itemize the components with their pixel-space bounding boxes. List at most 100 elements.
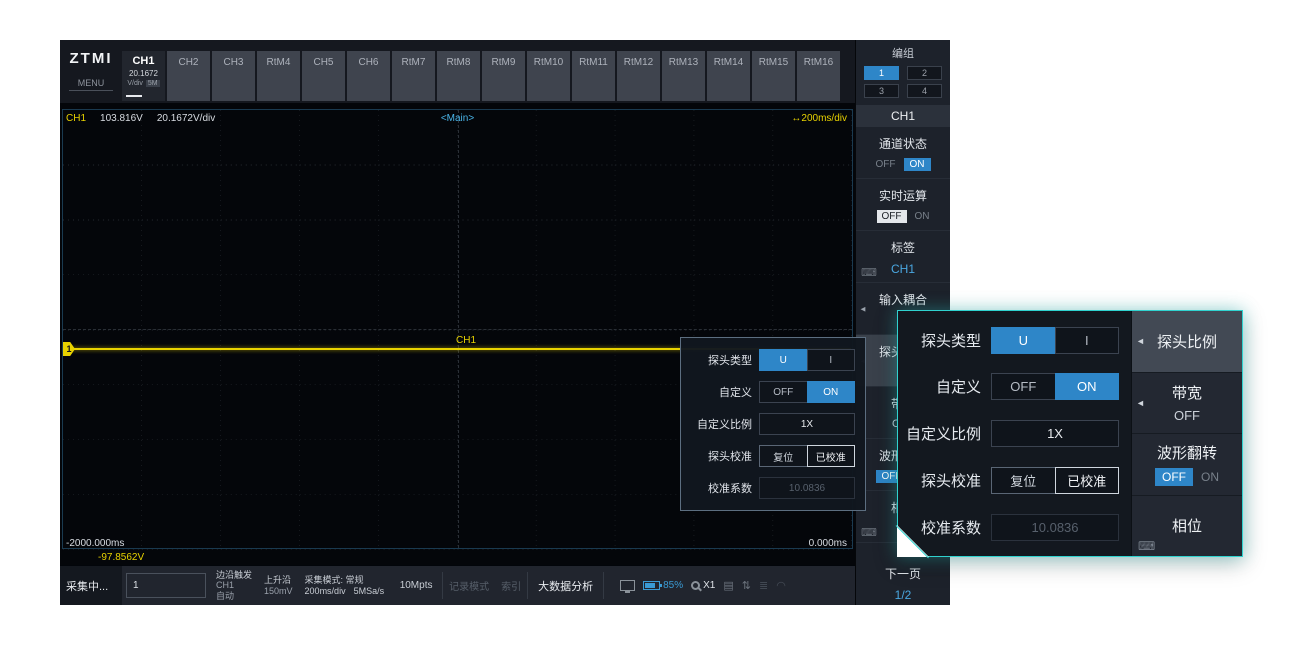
channel-tabs: CH1 20.1672 V/div 5M CH2 CH3 RtM4 CH5 CH… — [122, 40, 855, 103]
custom-off-button[interactable]: OFF — [991, 373, 1056, 400]
custom-on-button[interactable]: ON — [807, 381, 856, 403]
menu-item-channel-status[interactable]: 通道状态 OFF ON — [856, 127, 950, 179]
battery-indicator: 85% — [643, 580, 683, 591]
probe-type-i-button[interactable]: I — [1055, 327, 1120, 354]
menu-item-next-page[interactable]: 下一页 1/2 — [856, 557, 950, 605]
calibration-reset-button[interactable]: 复位 — [759, 445, 808, 467]
bandwidth-value: OFF — [1174, 408, 1200, 423]
menu-item-probe-ratio[interactable]: ◄ 探头比例 — [1132, 311, 1242, 373]
channel-status-on[interactable]: ON — [904, 158, 931, 171]
probe-type-row: 探头类型 U I — [906, 323, 1119, 357]
probe-type-u-button[interactable]: U — [991, 327, 1056, 354]
custom-ratio-value[interactable]: 1X — [991, 420, 1119, 447]
edge-info: 上升沿 150mV — [258, 566, 299, 605]
expand-left-icon: ◄ — [1136, 336, 1145, 346]
tab-rtm14[interactable]: RtM14 — [707, 51, 750, 101]
tab-rtm16[interactable]: RtM16 — [797, 51, 840, 101]
memory-depth: 10Mpts — [390, 566, 442, 605]
tab-ch3[interactable]: CH3 — [212, 51, 255, 101]
coefficient-row: 校准系数 10.0836 — [691, 475, 855, 501]
probe-type-i-button[interactable]: I — [807, 349, 856, 371]
tab-rtm8[interactable]: RtM8 — [437, 51, 480, 101]
timebase-arrows-icon: ↔ — [791, 113, 801, 124]
tab-rtm12[interactable]: RtM12 — [617, 51, 660, 101]
custom-on-button[interactable]: ON — [1055, 373, 1120, 400]
expand-left-icon: ◄ — [859, 304, 867, 313]
calibration-done-button[interactable]: 已校准 — [1055, 467, 1120, 494]
trigger-source: CH1 — [216, 580, 252, 591]
tab-ch5[interactable]: CH5 — [302, 51, 345, 101]
tab-ch1-indicator — [126, 95, 142, 97]
tab-rtm7[interactable]: RtM7 — [392, 51, 435, 101]
menu-item-invert[interactable]: 波形翻转 OFF ON — [1132, 434, 1242, 496]
oscilloscope-screen: ZTMI MENU CH1 20.1672 V/div 5M CH2 CH3 R… — [60, 40, 950, 605]
probe-settings-popup: 探头类型 U I 自定义 OFF ON 自定义比例 1X 探头校准 复位 已校准 — [680, 337, 866, 511]
calibration-row: 探头校准 复位 已校准 — [906, 463, 1119, 497]
tab-rtm11[interactable]: RtM11 — [572, 51, 615, 101]
panel-channel-header: CH1 — [856, 105, 950, 127]
tab-rtm4[interactable]: RtM4 — [257, 51, 300, 101]
tab-ch1-unit: V/div — [127, 80, 143, 87]
magnifier-icon — [691, 581, 700, 590]
custom-ratio-row: 自定义比例 1X — [691, 411, 855, 437]
group-header: 编组 — [864, 45, 942, 61]
invert-off[interactable]: OFF — [1155, 468, 1193, 486]
probe-type-u-button[interactable]: U — [759, 349, 808, 371]
trigger-level: 150mV — [264, 586, 293, 597]
record-mode-button[interactable]: 记录模式 — [443, 566, 495, 605]
group-button-3[interactable]: 3 — [864, 84, 899, 98]
trigger-type: 边沿触发 — [216, 570, 252, 581]
group-button-4[interactable]: 4 — [907, 84, 942, 98]
calibration-done-button[interactable]: 已校准 — [807, 445, 856, 467]
menu-item-realtime-math[interactable]: 实时运算 OFF ON — [856, 179, 950, 231]
custom-row: 自定义 OFF ON — [906, 370, 1119, 404]
readout-left-time: -2000.000ms — [66, 538, 124, 549]
tab-rtm13[interactable]: RtM13 — [662, 51, 705, 101]
channel-status-off[interactable]: OFF — [876, 159, 896, 170]
big-data-analysis-button[interactable]: 大数据分析 — [528, 566, 603, 605]
tab-ch2[interactable]: CH2 — [167, 51, 210, 101]
invert-on[interactable]: ON — [1201, 470, 1219, 484]
calibration-row: 探头校准 复位 已校准 — [691, 443, 855, 469]
coefficient-value: 10.0836 — [759, 477, 855, 499]
zoom-factor: X1 — [703, 580, 715, 591]
probe-type-row: 探头类型 U I — [691, 347, 855, 373]
realtime-math-on[interactable]: ON — [915, 211, 930, 222]
calibration-reset-button[interactable]: 复位 — [991, 467, 1056, 494]
brand-logo: ZTMI — [60, 50, 122, 67]
acquisition-status: 采集中... — [60, 566, 122, 605]
index-button[interactable]: 索引 — [495, 566, 527, 605]
group-button-2[interactable]: 2 — [907, 66, 942, 80]
tab-ch6[interactable]: CH6 — [347, 51, 390, 101]
center-horizontal-line — [63, 329, 852, 330]
menu-item-phase[interactable]: ⌨ 相位 — [1132, 496, 1242, 557]
trigger-mode: 自动 — [216, 591, 252, 602]
custom-row: 自定义 OFF ON — [691, 379, 855, 405]
display-icon — [620, 580, 635, 591]
menu-item-bandwidth[interactable]: ◄ 带宽 OFF — [1132, 373, 1242, 435]
tab-rtm9[interactable]: RtM9 — [482, 51, 525, 101]
status-bar: 采集中... 1 边沿触发 CH1 自动 上升沿 150mV 采集模式: 常规 … — [60, 565, 855, 605]
divider — [603, 572, 604, 599]
top-bar: ZTMI MENU CH1 20.1672 V/div 5M CH2 CH3 R… — [60, 40, 855, 103]
coefficient-value: 10.0836 — [991, 514, 1119, 541]
realtime-math-off[interactable]: OFF — [877, 210, 907, 223]
wifi-icon: ◠ — [776, 579, 786, 592]
callout-settings: 探头类型 U I 自定义 OFF ON 自定义比例 1X 探头校准 复位 已校准 — [898, 311, 1131, 556]
keyboard-icon: ⌨ — [861, 526, 877, 539]
page-indicator: 1/2 — [856, 588, 950, 602]
group-button-1[interactable]: 1 — [864, 66, 899, 80]
acquire-mode: 采集模式: 常规 — [305, 575, 385, 586]
magnified-probe-callout: 探头类型 U I 自定义 OFF ON 自定义比例 1X 探头校准 复位 已校准 — [897, 310, 1243, 557]
tab-rtm10[interactable]: RtM10 — [527, 51, 570, 101]
menu-button[interactable]: MENU — [69, 78, 113, 91]
keyboard-icon: ⌨ — [861, 266, 877, 279]
timebase-readout: ↔200ms/div — [791, 113, 847, 124]
custom-ratio-value[interactable]: 1X — [759, 413, 855, 435]
tab-rtm15[interactable]: RtM15 — [752, 51, 795, 101]
menu-item-label[interactable]: ⌨ 标签 CH1 — [856, 231, 950, 283]
readout-left-volt: -97.8562V — [98, 552, 144, 563]
timebase-value: 200ms/div — [801, 113, 847, 124]
custom-off-button[interactable]: OFF — [759, 381, 808, 403]
tab-ch1[interactable]: CH1 20.1672 V/div 5M — [122, 51, 165, 101]
